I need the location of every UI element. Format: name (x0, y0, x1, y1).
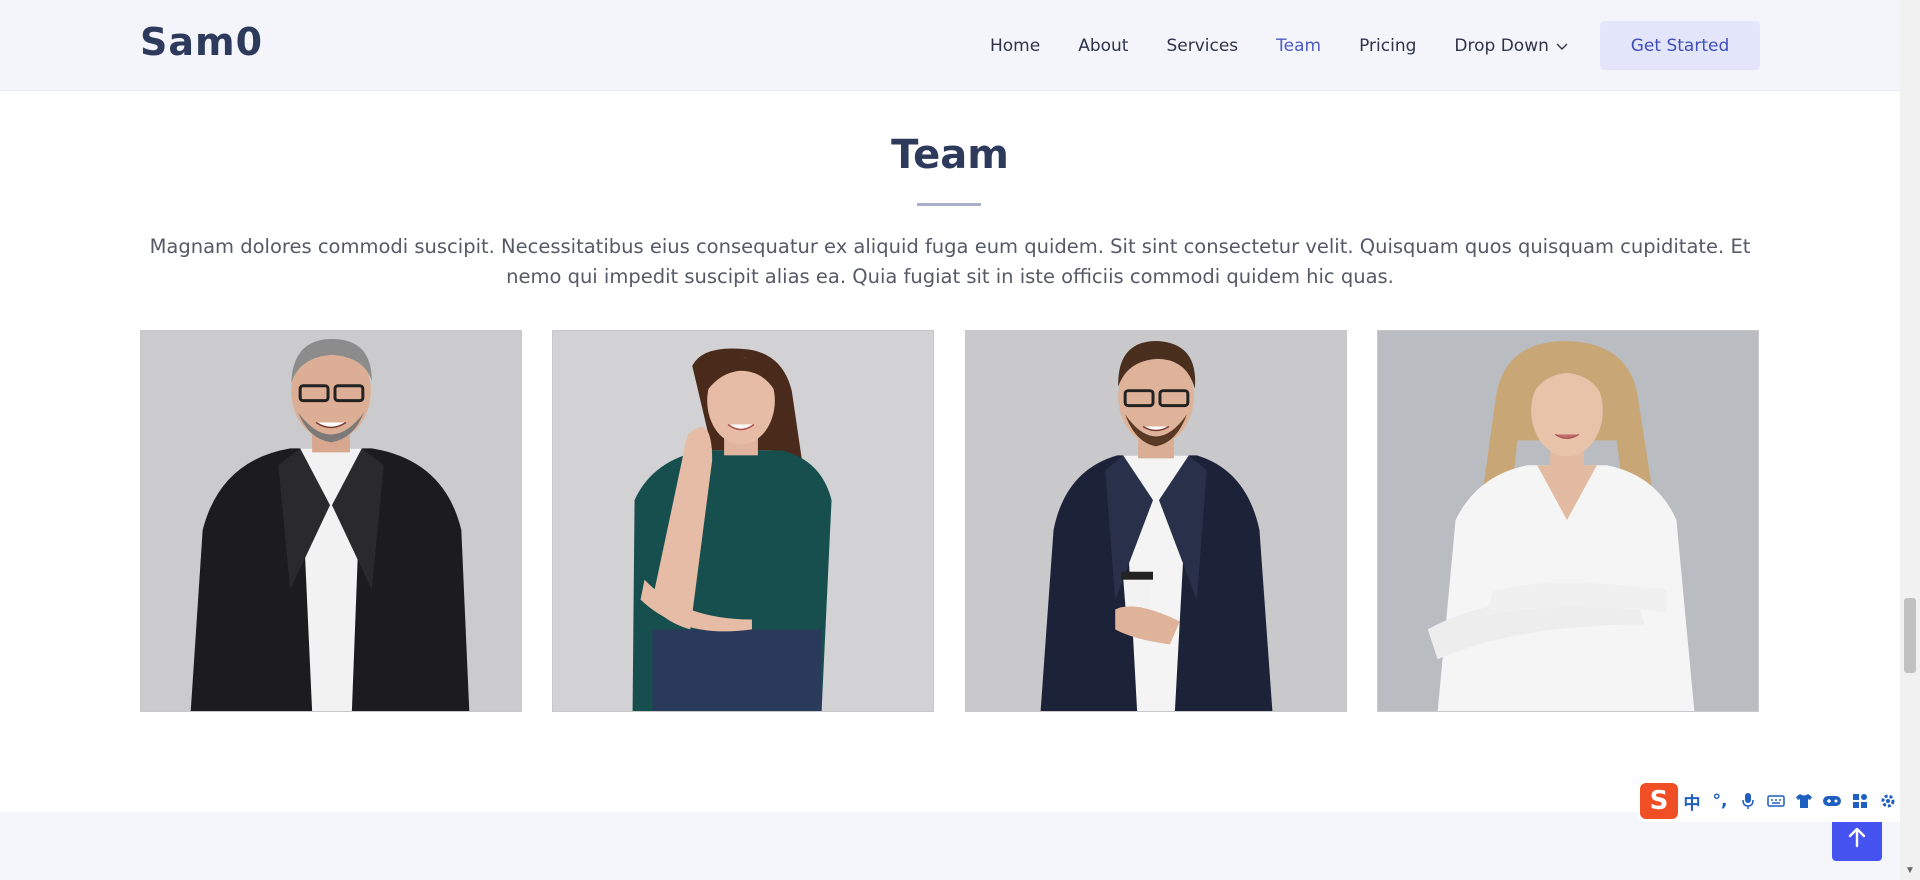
nav-team[interactable]: Team (1276, 36, 1321, 56)
scrollbar-thumb[interactable] (1904, 598, 1916, 673)
nav-dropdown-label: Drop Down (1454, 35, 1549, 56)
main-nav: Home About Services Team Pricing Drop Do… (990, 0, 1607, 91)
team-member-image (141, 331, 521, 711)
ime-chinese-mode[interactable]: 中 (1678, 787, 1706, 815)
game-icon[interactable] (1818, 787, 1846, 815)
nav-about[interactable]: About (1078, 36, 1128, 56)
apps-icon[interactable] (1846, 787, 1874, 815)
team-member-photo-1[interactable] (140, 330, 522, 712)
nav-dropdown[interactable]: Drop Down (1454, 36, 1568, 56)
site-header: Sam0 Home About Services Team Pricing Dr… (0, 0, 1900, 91)
team-member-photo-3[interactable] (965, 330, 1347, 712)
nav-services[interactable]: Services (1166, 36, 1238, 56)
ime-logo[interactable]: S (1640, 783, 1678, 819)
get-started-button[interactable]: Get Started (1600, 21, 1760, 70)
ime-punctuation[interactable]: °, (1706, 787, 1734, 815)
mic-icon[interactable] (1734, 787, 1762, 815)
next-section-background (0, 812, 1900, 880)
team-member-photo-4[interactable] (1377, 330, 1759, 712)
team-member-image (1378, 331, 1758, 711)
nav-home[interactable]: Home (990, 36, 1040, 56)
team-member-image (966, 331, 1346, 711)
section-title: Team (891, 132, 1009, 178)
nav-pricing[interactable]: Pricing (1359, 36, 1416, 56)
team-member-photo-2[interactable] (552, 330, 934, 712)
site-logo[interactable]: Sam0 (140, 20, 263, 64)
title-divider (917, 203, 981, 206)
page-scrollbar[interactable]: ▼ (1900, 0, 1920, 880)
ime-toolbar: S 中 °, (1638, 780, 1920, 822)
shirt-icon[interactable] (1790, 787, 1818, 815)
keyboard-icon[interactable] (1762, 787, 1790, 815)
scroll-down-arrow-icon[interactable]: ▼ (1905, 865, 1915, 876)
arrow-up-icon (1848, 827, 1866, 848)
section-description: Magnam dolores commodi suscipit. Necessi… (149, 235, 1751, 288)
page: Sam0 Home About Services Team Pricing Dr… (0, 0, 1920, 880)
settings-icon[interactable] (1874, 787, 1902, 815)
team-member-image (553, 331, 933, 711)
chevron-down-icon (1556, 43, 1568, 50)
